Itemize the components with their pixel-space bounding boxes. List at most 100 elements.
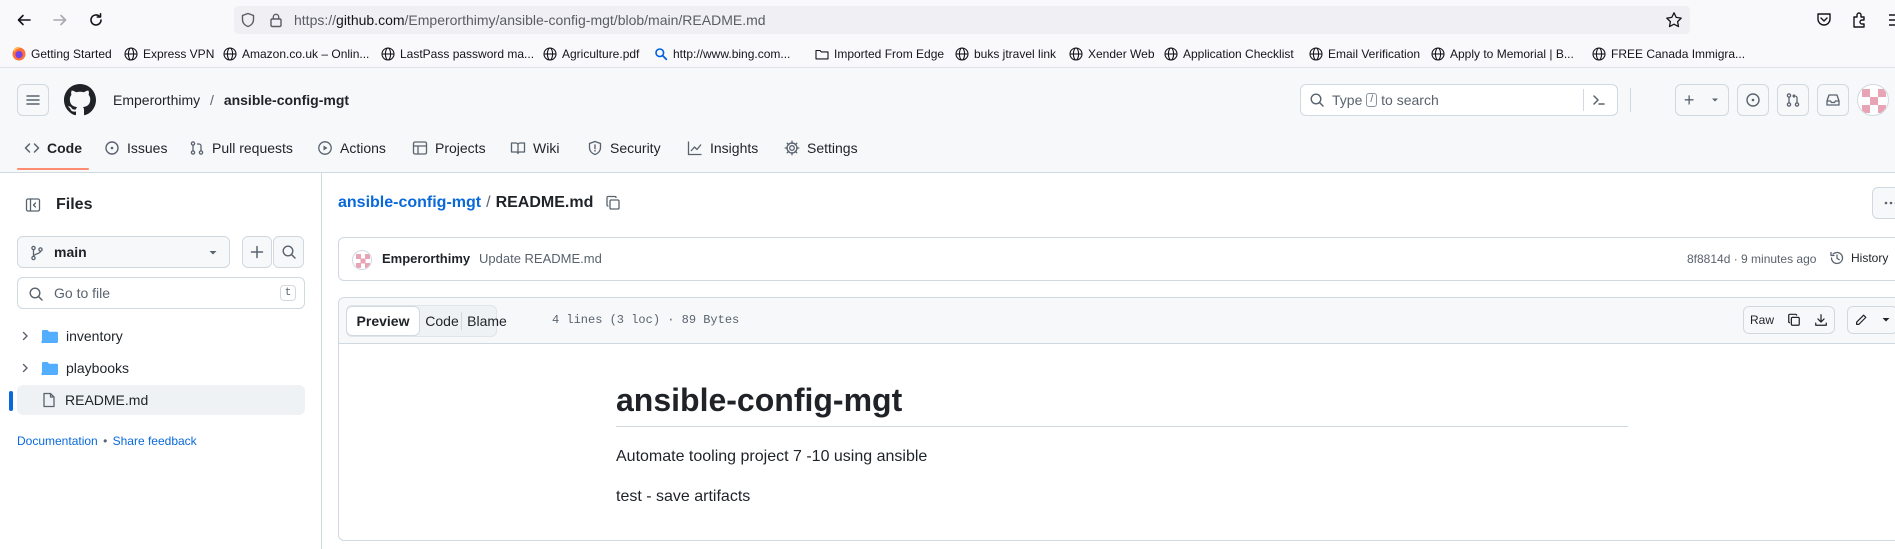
commit-author[interactable]: Emperorthimy <box>382 251 470 266</box>
selected-indicator <box>9 391 13 411</box>
tab-wiki[interactable]: Wiki <box>510 136 559 160</box>
bookmark-item[interactable]: buks jtravel link <box>955 40 1056 68</box>
tab-insights[interactable]: Insights <box>687 136 758 160</box>
command-palette-icon[interactable] <box>1591 92 1607 108</box>
table-icon <box>412 140 428 156</box>
bookmark-label: http://www.bing.com... <box>673 47 791 61</box>
url-text[interactable]: https://github.com/Emperorthimy/ansible-… <box>294 7 766 33</box>
search-input[interactable]: Type / to search <box>1300 84 1618 116</box>
github-logo-icon[interactable] <box>64 84 96 116</box>
repo-link[interactable]: ansible-config-mgt <box>224 92 349 108</box>
commit-meta[interactable]: 8f8814d · 9 minutes ago <box>1687 252 1816 266</box>
tab-projects[interactable]: Projects <box>412 136 486 160</box>
share-feedback-link[interactable]: Share feedback <box>113 434 197 448</box>
tab-actions[interactable]: Actions <box>317 136 386 160</box>
blame-tab[interactable]: Blame <box>463 306 511 336</box>
chevron-right-icon[interactable] <box>19 362 35 374</box>
globe-icon <box>381 47 395 61</box>
tab-settings[interactable]: Settings <box>784 136 858 160</box>
caret-down-icon <box>1882 318 1889 322</box>
add-file-button[interactable] <box>242 236 272 268</box>
globe-icon <box>1309 47 1323 61</box>
commit-author-avatar[interactable] <box>352 250 372 270</box>
globe-icon <box>1164 47 1178 61</box>
repo-root-link[interactable]: ansible-config-mgt <box>338 192 481 214</box>
bookmark-item[interactable]: Email Verification <box>1309 40 1420 68</box>
play-icon <box>317 140 333 156</box>
search-divider <box>1583 89 1584 111</box>
download-button[interactable] <box>1807 306 1835 334</box>
more-options-button[interactable] <box>1872 187 1895 219</box>
readme-heading: ansible-config-mgt <box>616 382 903 418</box>
user-avatar[interactable] <box>1857 84 1889 116</box>
lock-icon[interactable] <box>268 12 284 28</box>
firefox-icon <box>12 47 26 61</box>
menu-icon[interactable] <box>1885 8 1895 32</box>
history-button[interactable]: History <box>1829 250 1888 266</box>
tree-item-playbooks[interactable]: playbooks <box>17 353 305 383</box>
history-icon <box>1829 250 1845 266</box>
star-bookmark-icon[interactable] <box>1665 11 1683 29</box>
owner-link[interactable]: Emperorthimy <box>113 92 200 108</box>
commit-message[interactable]: Update README.md <box>479 251 602 266</box>
search-icon <box>1309 92 1325 108</box>
inbox-button[interactable] <box>1817 84 1849 116</box>
go-to-file-input[interactable]: Go to file t <box>17 277 305 309</box>
chevron-right-icon[interactable] <box>19 330 35 342</box>
copy-raw-button[interactable] <box>1780 306 1808 334</box>
browser-toolbar: https://github.com/Emperorthimy/ansible-… <box>0 0 1895 40</box>
copy-path-icon[interactable] <box>605 195 621 211</box>
search-placeholder-pre: Type <box>1332 92 1363 108</box>
search-files-button[interactable] <box>273 236 304 268</box>
collapse-sidebar-button[interactable] <box>17 189 49 221</box>
file-icon <box>41 392 57 408</box>
bookmark-folder[interactable]: Imported From Edge <box>815 40 944 68</box>
bookmark-item[interactable]: LastPass password ma... <box>381 40 534 68</box>
pocket-icon[interactable] <box>1815 11 1833 29</box>
edit-button[interactable] <box>1847 306 1875 334</box>
pull-requests-button[interactable] <box>1777 84 1809 116</box>
folder-icon <box>41 360 59 376</box>
forward-arrow-icon[interactable] <box>45 5 75 35</box>
bookmark-item[interactable]: Apply to Memorial | B... <box>1431 40 1574 68</box>
documentation-link[interactable]: Documentation <box>17 434 98 448</box>
back-arrow-icon[interactable] <box>9 5 39 35</box>
reload-icon[interactable] <box>81 5 111 35</box>
preview-tab[interactable]: Preview <box>346 306 420 336</box>
bookmark-item[interactable]: Express VPN <box>124 40 214 68</box>
extensions-icon[interactable] <box>1851 11 1869 29</box>
tab-label: Pull requests <box>212 140 293 156</box>
tab-pull-requests[interactable]: Pull requests <box>189 136 293 160</box>
tree-item-inventory[interactable]: inventory <box>17 321 305 351</box>
branch-selector[interactable]: main <box>17 236 230 268</box>
url-prefix: https:// <box>294 12 337 28</box>
bookmark-item[interactable]: http://www.bing.com... <box>654 40 790 68</box>
copy-icon <box>1787 313 1800 326</box>
bookmark-item[interactable]: Agriculture.pdf <box>543 40 639 68</box>
globe-icon <box>124 47 138 61</box>
globe-icon <box>955 47 969 61</box>
create-new-button[interactable]: + <box>1675 84 1729 116</box>
bookmark-item[interactable]: Getting Started <box>12 40 112 68</box>
active-tab-indicator <box>17 168 89 170</box>
tree-item-readme[interactable]: README.md <box>9 385 305 415</box>
readme-paragraph: Automate tooling project 7 -10 using ans… <box>616 448 928 465</box>
issues-button[interactable] <box>1737 84 1769 116</box>
bookmark-label: Getting Started <box>31 47 112 61</box>
tab-security[interactable]: Security <box>587 136 661 160</box>
tab-label: Actions <box>340 140 386 156</box>
issue-opened-icon <box>104 140 120 156</box>
code-view-tab[interactable]: Code <box>424 306 460 336</box>
plus-icon <box>250 245 264 259</box>
bookmark-item[interactable]: FREE Canada Immigra... <box>1592 40 1745 68</box>
raw-button[interactable]: Raw <box>1743 306 1781 334</box>
shield-icon[interactable] <box>240 12 256 28</box>
bookmark-item[interactable]: Amazon.co.uk – Onlin... <box>223 40 369 68</box>
tab-issues[interactable]: Issues <box>104 136 167 160</box>
bookmark-item[interactable]: Application Checklist <box>1164 40 1294 68</box>
tab-code[interactable]: Code <box>24 136 82 160</box>
edit-options-button[interactable] <box>1874 306 1895 334</box>
hamburger-menu-button[interactable] <box>17 84 49 116</box>
bookmark-item[interactable]: Xender Web <box>1069 40 1155 68</box>
header-divider <box>1630 88 1631 112</box>
